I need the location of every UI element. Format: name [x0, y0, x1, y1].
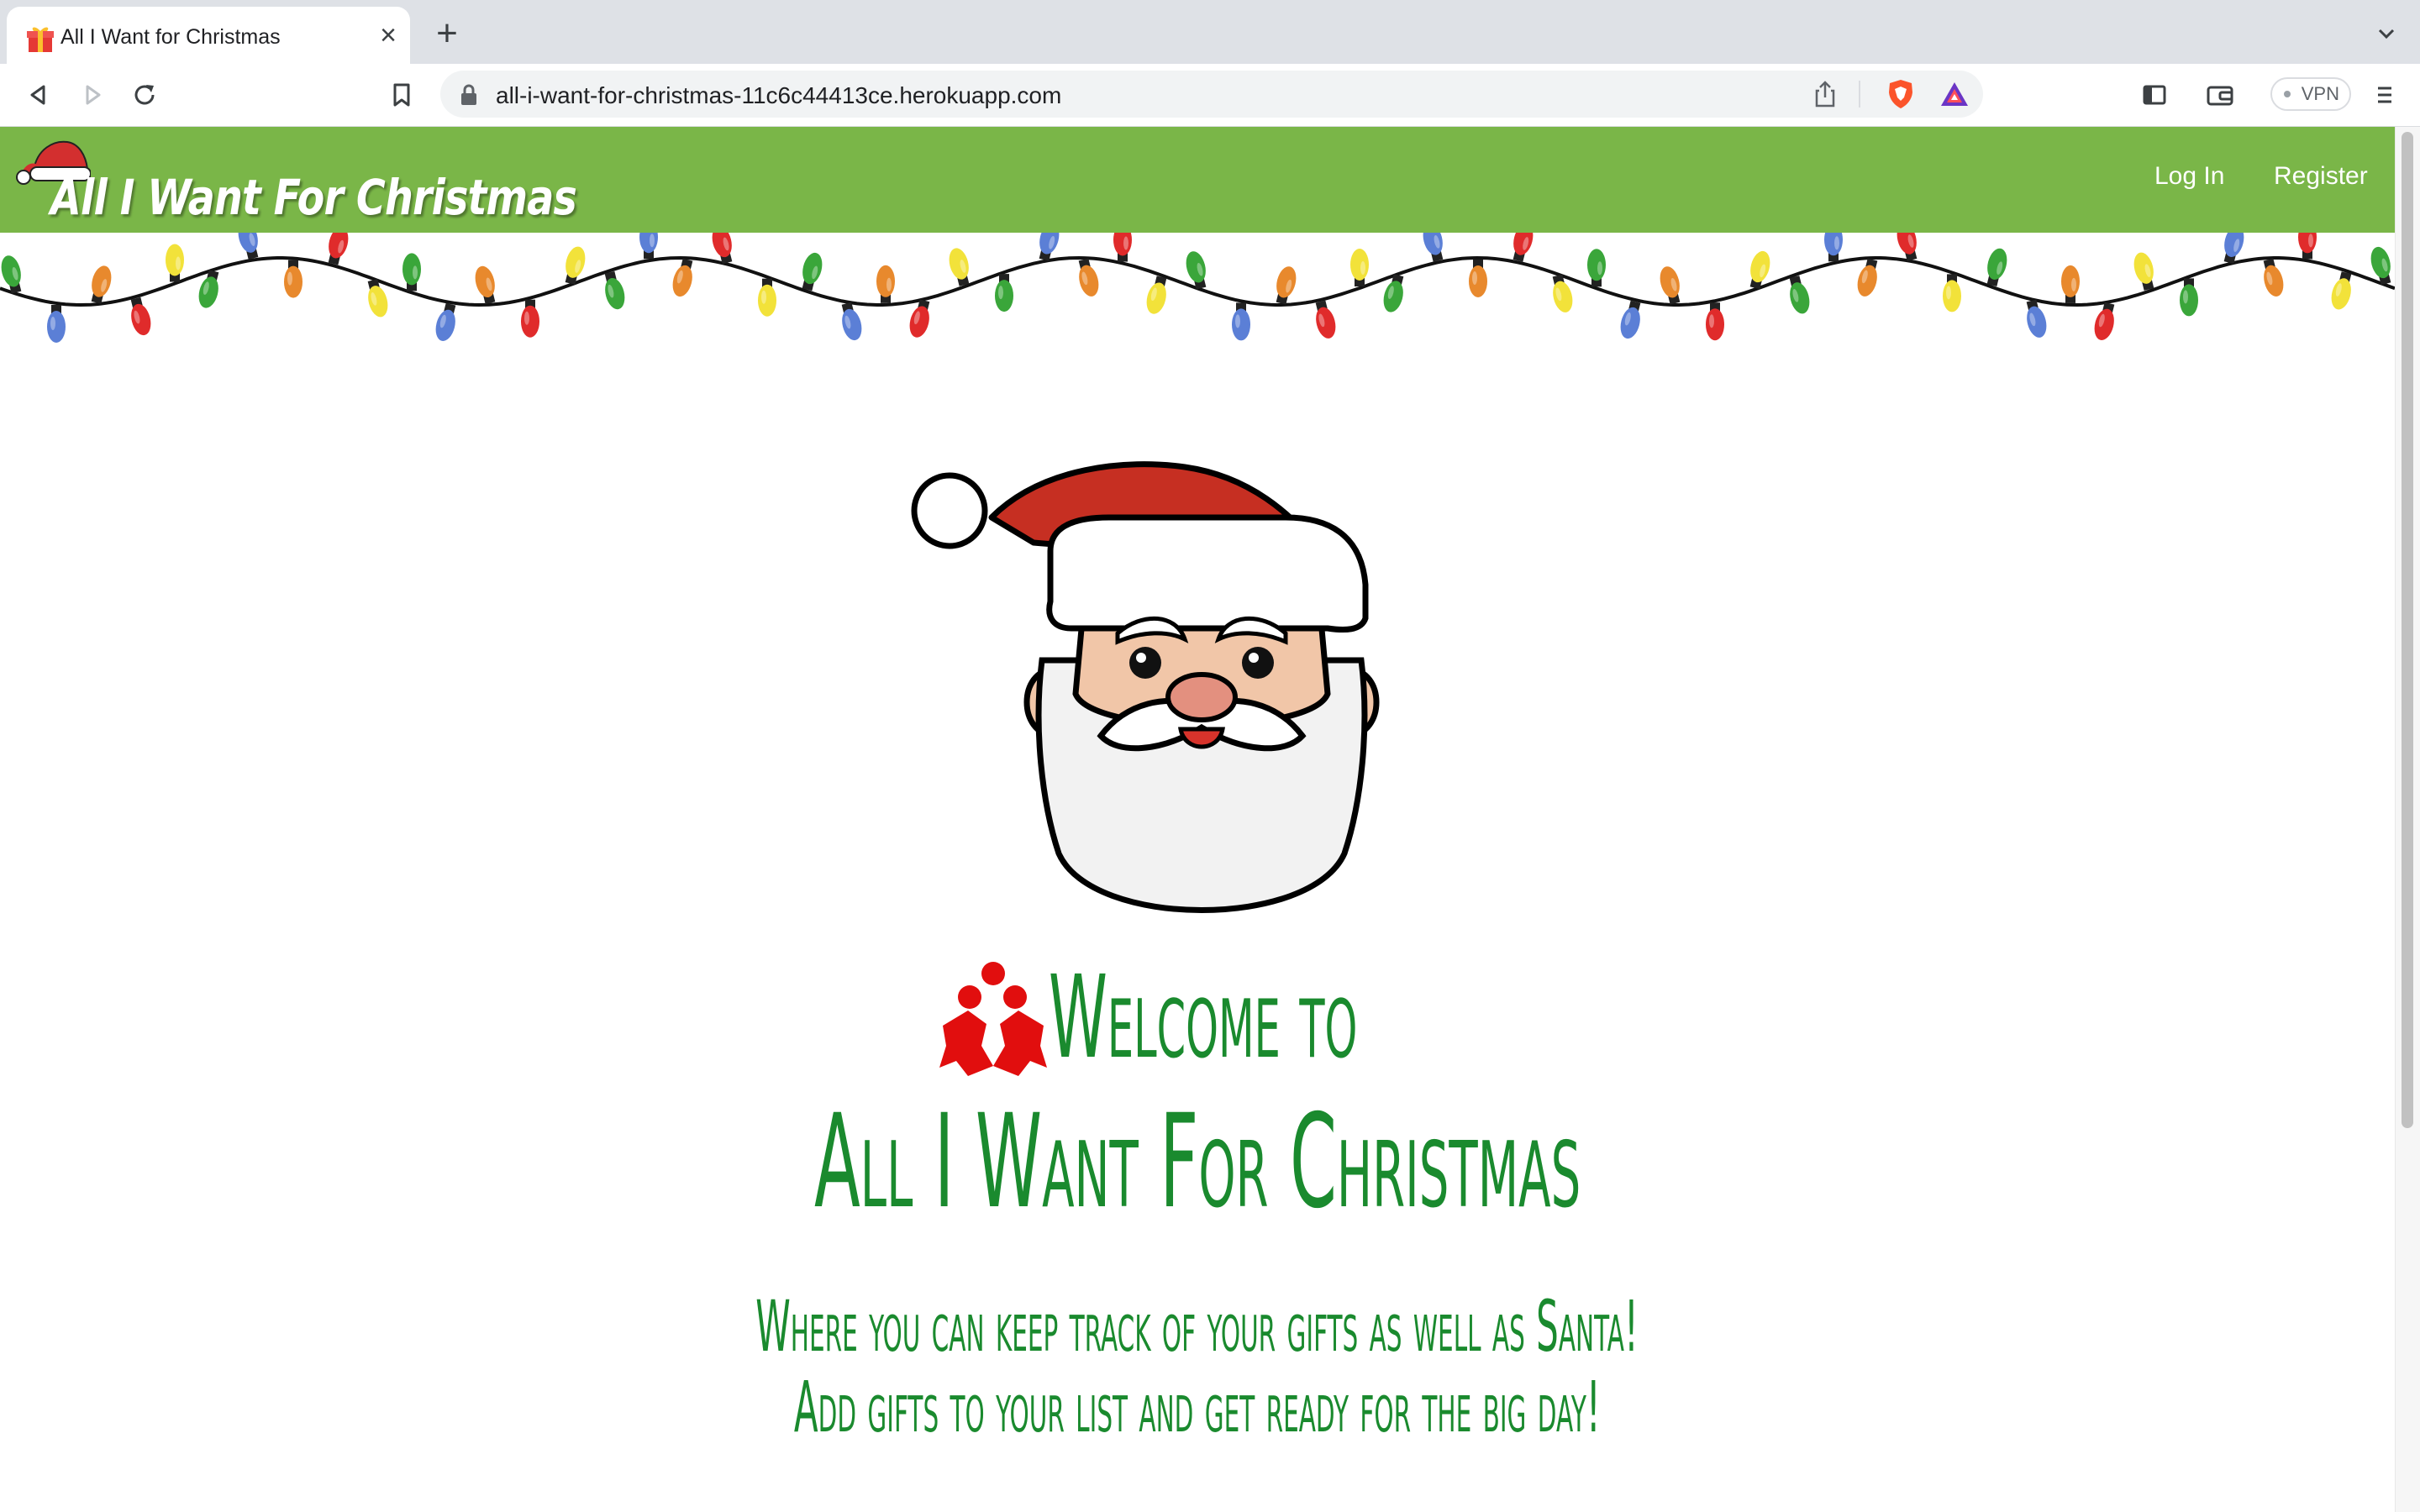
browser-toolbar: all-i-want-for-christmas-11c6c44413ce.he… [0, 64, 2420, 127]
holly-icon [939, 962, 1047, 1076]
share-icon[interactable] [1810, 79, 1840, 109]
brand-logo[interactable]: All I Want For Christmas [15, 134, 577, 226]
forward-icon[interactable] [76, 78, 109, 112]
hero-title: All I Want For Christmas [0, 1091, 2395, 1234]
tab-close-icon[interactable]: × [373, 20, 403, 50]
address-bar[interactable]: all-i-want-for-christmas-11c6c44413ce.he… [440, 71, 1983, 118]
brave-rewards-icon[interactable] [1938, 77, 1971, 111]
hero-title-text: All I Want For Christmas [813, 1087, 1581, 1237]
login-link[interactable]: Log In [2154, 162, 2224, 191]
brand-title: All I Want For Christmas [50, 169, 577, 226]
lock-icon [461, 84, 476, 105]
vpn-button[interactable]: VPN [2270, 77, 2351, 111]
browser-tab-strip: All I Want for Christmas × + [0, 0, 2420, 64]
tagline-2-text: Add gifts to your list and get ready for… [794, 1366, 1601, 1448]
brave-shield-icon[interactable] [1884, 77, 1918, 111]
wallet-icon[interactable] [2203, 78, 2237, 112]
welcome-heading: Welcome to [1049, 952, 1358, 1084]
register-link[interactable]: Register [2274, 162, 2368, 191]
url-text[interactable]: all-i-want-for-christmas-11c6c44413ce.he… [496, 82, 1061, 109]
page-scrollbar-thumb[interactable] [2402, 132, 2413, 1128]
toolbar-divider [1859, 81, 1860, 108]
site-navbar: All I Want For Christmas Log In Register [0, 127, 2395, 233]
back-icon[interactable] [22, 78, 55, 112]
tagline-line-2: Add gifts to your list and get ready for… [0, 1365, 2395, 1449]
tagline-line-1: Where you can keep track of your gifts a… [0, 1284, 2395, 1368]
santa-face-illustration [911, 461, 1380, 913]
gift-favicon-icon [27, 27, 54, 52]
page-viewport: All I Want For Christmas Log In Register [0, 127, 2420, 1512]
sidebar-icon[interactable] [2138, 78, 2171, 112]
new-tab-button[interactable]: + [430, 15, 464, 52]
menu-icon[interactable] [2368, 78, 2402, 112]
reload-icon[interactable] [128, 78, 161, 112]
browser-tab[interactable]: All I Want for Christmas × [7, 7, 410, 64]
tab-title: All I Want for Christmas [60, 25, 281, 49]
chevron-down-icon[interactable] [2370, 22, 2403, 47]
christmas-lights [0, 233, 2395, 343]
tagline-1-text: Where you can keep track of your gifts a… [755, 1285, 1639, 1368]
bookmark-icon[interactable] [385, 78, 418, 112]
